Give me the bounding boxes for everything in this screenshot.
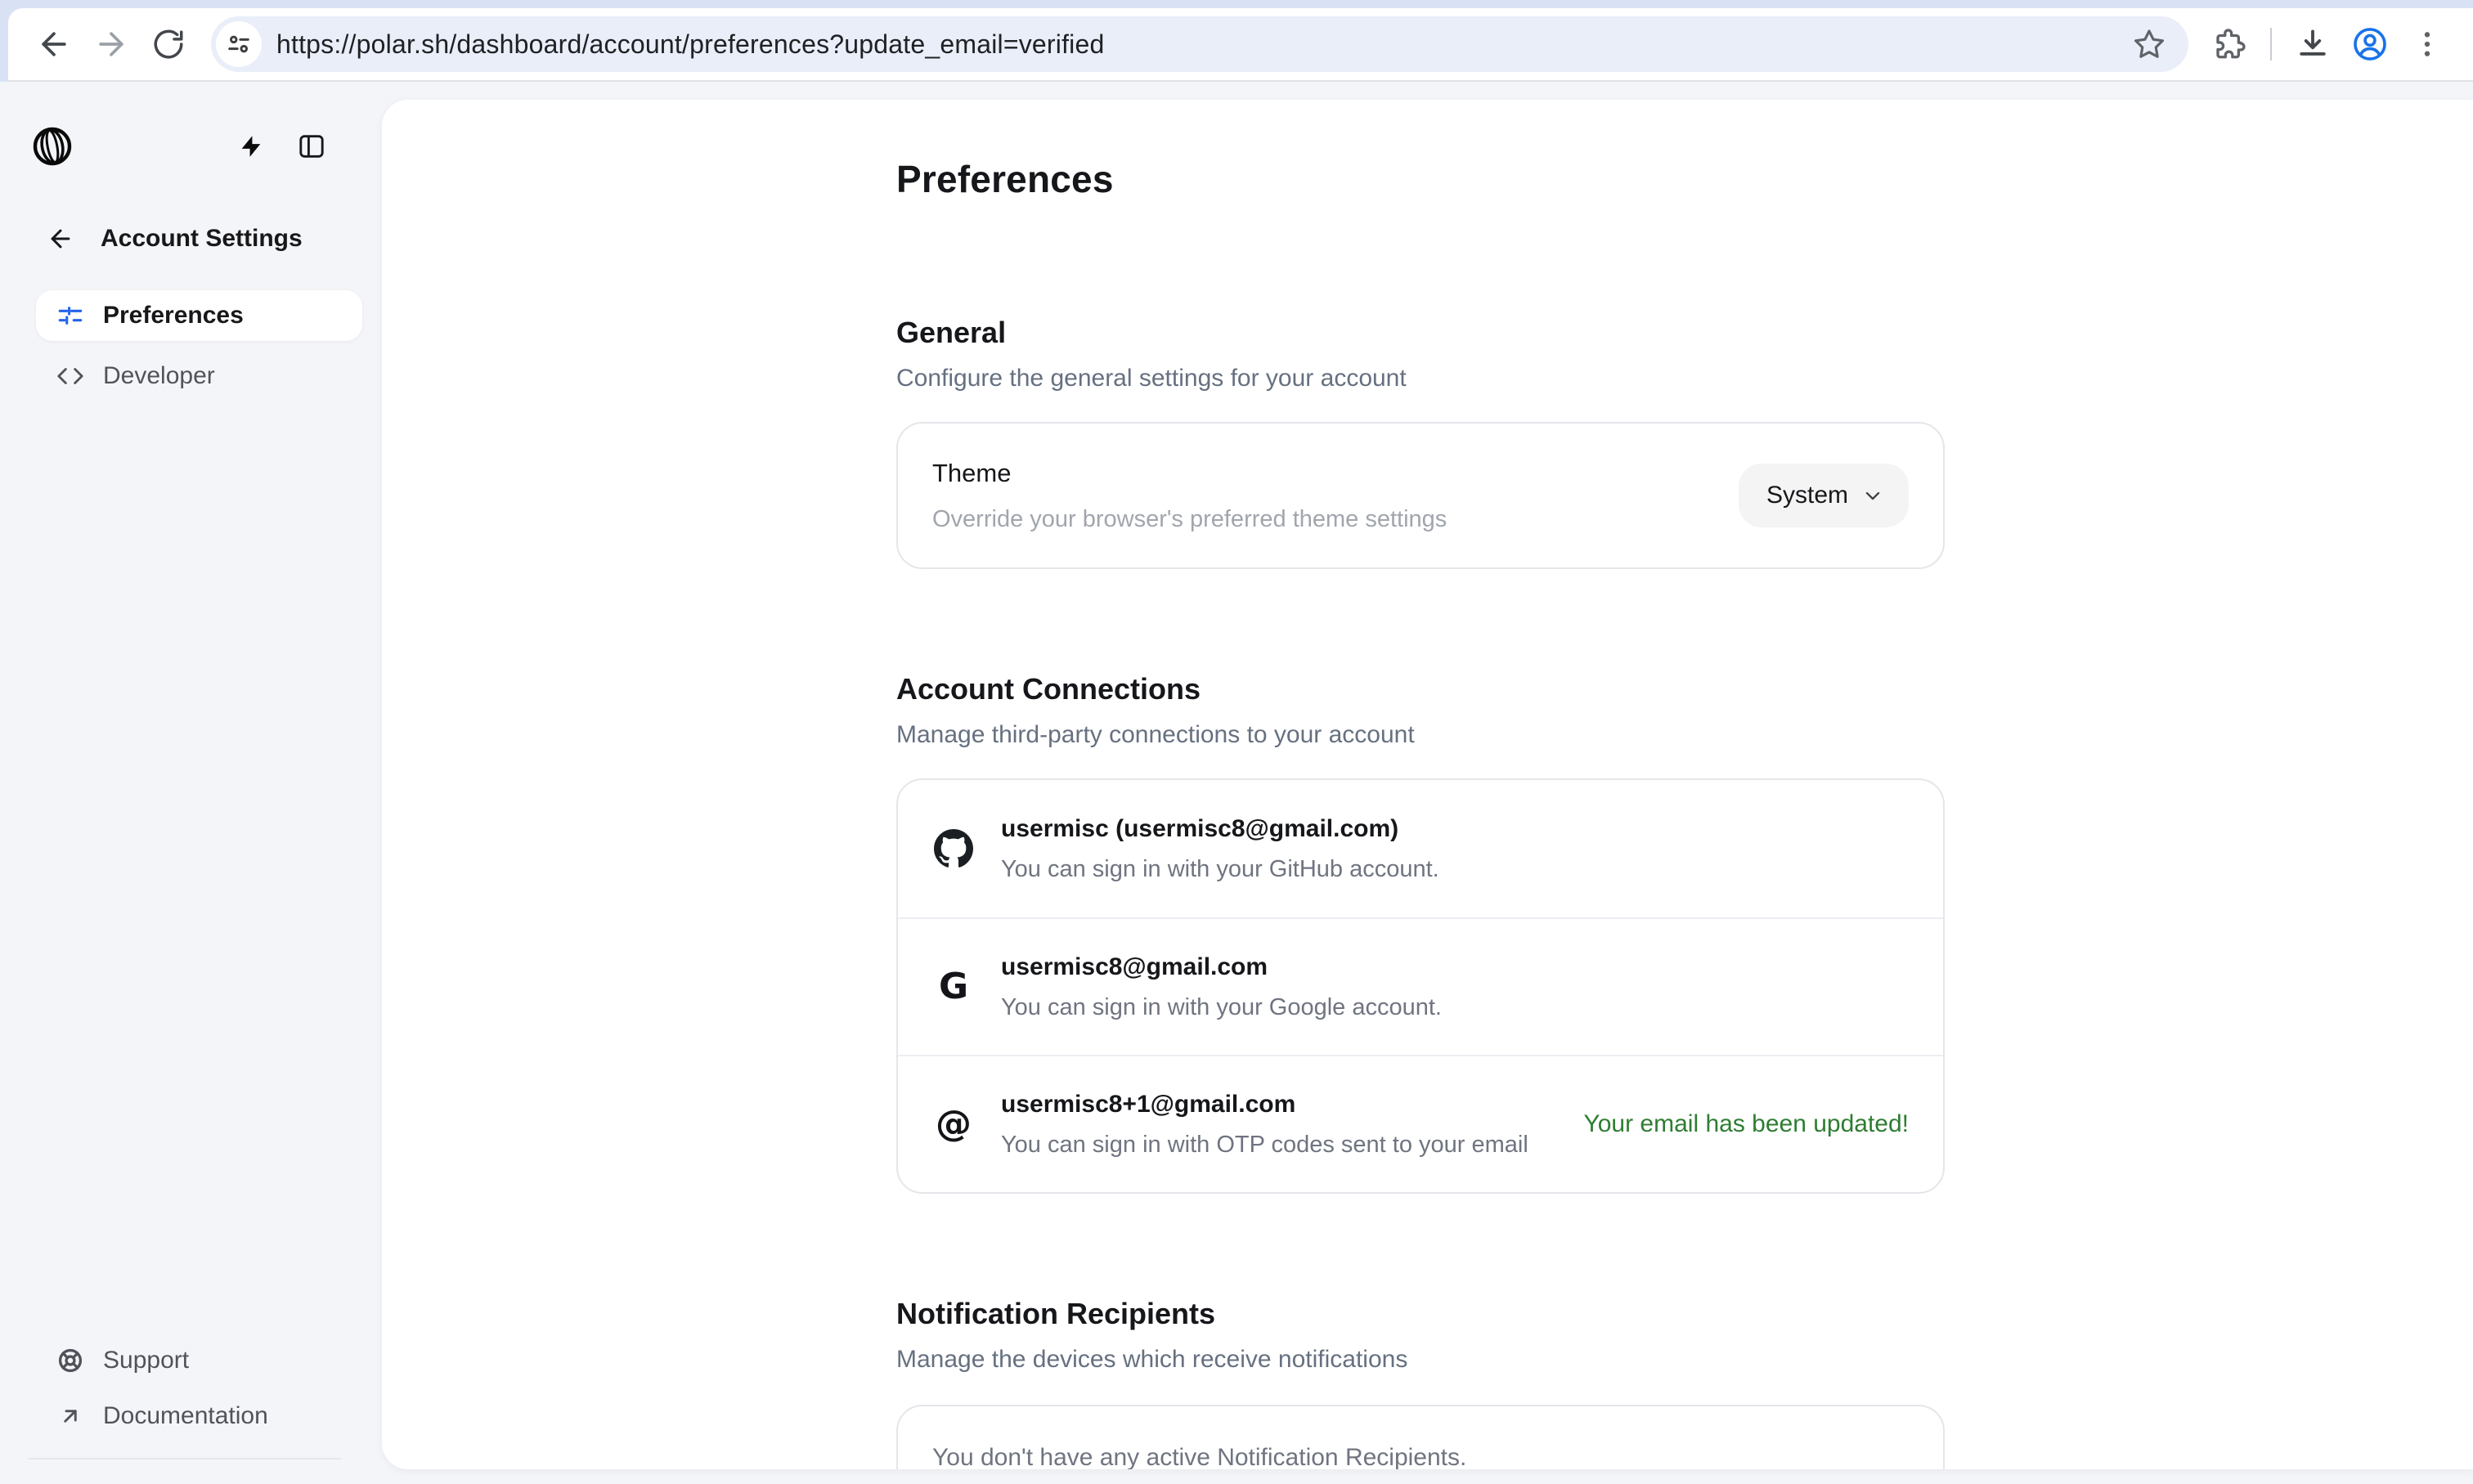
sidebar: Account Settings Preferences Deve — [0, 82, 382, 1484]
browser-chrome: https://polar.sh/dashboard/account/prefe… — [0, 0, 2473, 82]
sidebar-footer: Support Documentation — [36, 1337, 362, 1459]
sidebar-divider — [28, 1458, 341, 1459]
github-icon — [932, 829, 975, 868]
page-title: Preferences — [896, 157, 1945, 201]
tune-icon — [227, 32, 251, 56]
connection-title: usermisc (usermisc8@gmail.com) — [1001, 815, 1909, 843]
email-updated-status: Your email has been updated! — [1583, 1110, 1909, 1138]
connections-description: Manage third-party connections to your a… — [896, 721, 1945, 749]
sidebar-item-documentation[interactable]: Documentation — [36, 1392, 362, 1440]
connections-list: usermisc (usermisc8@gmail.com) You can s… — [896, 778, 1945, 1194]
browser-back-button[interactable] — [31, 21, 77, 67]
browser-reload-button[interactable] — [146, 21, 191, 67]
code-icon — [46, 362, 95, 390]
connection-description: You can sign in with your Google account… — [1001, 994, 1909, 1021]
theme-description: Override your browser's preferred theme … — [932, 506, 1739, 533]
site-settings-button[interactable] — [216, 21, 262, 67]
theme-selected-value: System — [1766, 482, 1848, 509]
lightning-icon — [237, 132, 265, 160]
sidebar-item-label: Documentation — [103, 1402, 268, 1430]
download-icon — [2295, 26, 2331, 62]
profile-icon — [2351, 25, 2389, 63]
back-arrow-icon — [47, 225, 74, 253]
google-icon: G — [932, 969, 975, 1005]
connection-title: usermisc8@gmail.com — [1001, 953, 1909, 981]
theme-setting-row: Theme Override your browser's preferred … — [896, 422, 1945, 569]
browser-toolbar: https://polar.sh/dashboard/account/prefe… — [8, 8, 2473, 82]
sidebar-item-support[interactable]: Support — [36, 1337, 362, 1384]
puzzle-icon — [2212, 27, 2246, 61]
email-icon: @ — [932, 1106, 975, 1142]
general-description: Configure the general settings for your … — [896, 365, 1945, 392]
address-bar[interactable]: https://polar.sh/dashboard/account/prefe… — [211, 16, 2188, 72]
account-settings-label: Account Settings — [101, 225, 303, 253]
chevron-down-icon — [1861, 484, 1884, 507]
panel-left-icon — [297, 132, 326, 161]
theme-select[interactable]: System — [1739, 464, 1909, 527]
browser-forward-button[interactable] — [88, 21, 134, 67]
notifications-heading: Notification Recipients — [896, 1297, 1945, 1331]
sidebar-item-preferences[interactable]: Preferences — [36, 290, 362, 341]
connection-title: usermisc8+1@gmail.com — [1001, 1091, 1583, 1119]
polar-logo-icon — [33, 127, 72, 166]
quick-actions-button[interactable] — [233, 128, 269, 164]
sidebar-item-label: Support — [103, 1347, 189, 1374]
arrow-right-icon — [93, 26, 129, 62]
connection-description: You can sign in with OTP codes sent to y… — [1001, 1132, 1583, 1159]
profile-button[interactable] — [2347, 21, 2393, 67]
connection-row-email: @ usermisc8+1@gmail.com You can sign in … — [898, 1055, 1943, 1192]
sidebar-item-label: Developer — [103, 362, 215, 390]
empty-state-message: You don't have any active Notification R… — [932, 1444, 1909, 1469]
account-settings-back[interactable]: Account Settings — [47, 225, 362, 253]
toolbar-divider — [2270, 28, 2272, 61]
sidebar-item-developer[interactable]: Developer — [36, 351, 362, 401]
sidebar-toggle-button[interactable] — [294, 128, 330, 164]
star-icon — [2132, 27, 2166, 61]
theme-title: Theme — [932, 459, 1739, 488]
sidebar-nav: Preferences Developer — [36, 290, 362, 401]
sliders-icon — [46, 302, 95, 330]
extensions-button[interactable] — [2206, 21, 2252, 67]
browser-menu-button[interactable] — [2404, 21, 2450, 67]
life-buoy-icon — [46, 1347, 95, 1374]
arrow-left-icon — [36, 26, 72, 62]
bookmark-button[interactable] — [2126, 21, 2172, 67]
sidebar-header — [0, 127, 382, 166]
notifications-description: Manage the devices which receive notific… — [896, 1346, 1945, 1374]
reload-icon — [151, 27, 186, 61]
section-notification-recipients: Notification Recipients Manage the devic… — [896, 1297, 1945, 1469]
section-general: General Configure the general settings f… — [896, 316, 1945, 569]
arrow-up-right-icon — [46, 1404, 95, 1428]
polar-logo[interactable] — [33, 127, 72, 166]
connection-row-github: usermisc (usermisc8@gmail.com) You can s… — [898, 780, 1943, 917]
more-vertical-icon — [2411, 28, 2444, 61]
section-account-connections: Account Connections Manage third-party c… — [896, 672, 1945, 1194]
notification-recipients-empty-card: You don't have any active Notification R… — [896, 1405, 1945, 1469]
main-content-card: Preferences General Configure the genera… — [382, 100, 2473, 1469]
page: Account Settings Preferences Deve — [0, 82, 2473, 1484]
url-text[interactable]: https://polar.sh/dashboard/account/prefe… — [276, 29, 2126, 60]
toolbar-actions — [2206, 21, 2450, 67]
sidebar-item-label: Preferences — [103, 302, 244, 330]
general-heading: General — [896, 316, 1945, 350]
connection-description: You can sign in with your GitHub account… — [1001, 856, 1909, 883]
connection-row-google: G usermisc8@gmail.com You can sign in wi… — [898, 917, 1943, 1055]
connections-heading: Account Connections — [896, 672, 1945, 706]
downloads-button[interactable] — [2290, 21, 2336, 67]
